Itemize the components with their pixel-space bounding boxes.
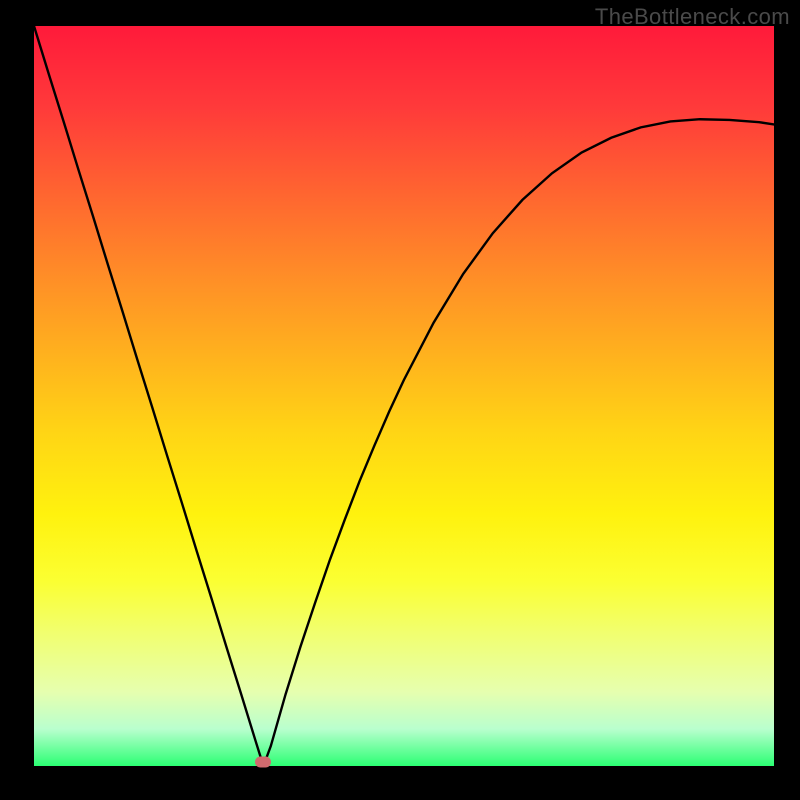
gradient-plot-area <box>34 26 774 766</box>
minimum-marker <box>255 757 271 768</box>
watermark-text: TheBottleneck.com <box>595 4 790 30</box>
chart-frame: TheBottleneck.com <box>0 0 800 800</box>
